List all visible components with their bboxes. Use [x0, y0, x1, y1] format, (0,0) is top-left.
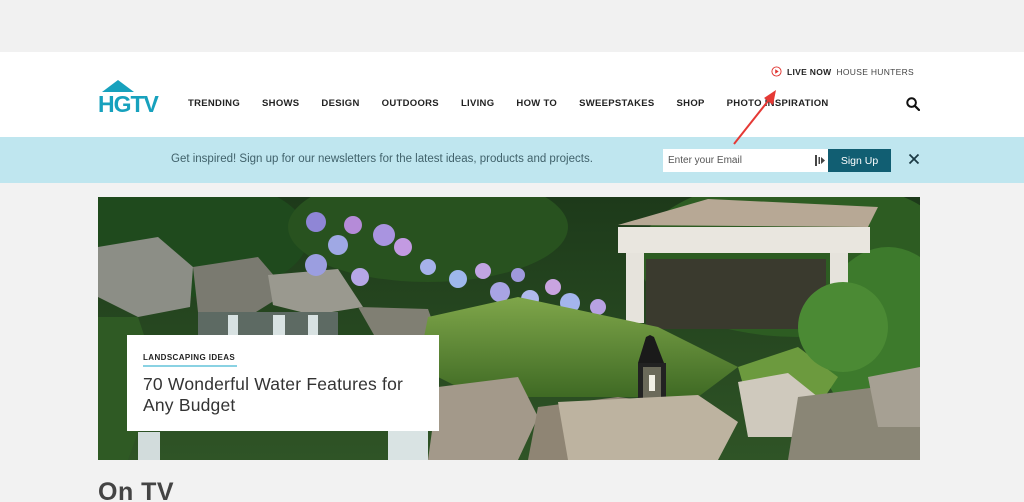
hero-title[interactable]: 70 Wonderful Water Features for Any Budg… — [143, 374, 428, 416]
live-now-link[interactable]: LIVE NOW HOUSE HUNTERS — [771, 66, 914, 77]
category-underline — [143, 365, 237, 367]
nav-item-outdoors[interactable]: OUTDOORS — [382, 98, 439, 109]
nav-item-design[interactable]: DESIGN — [321, 98, 359, 109]
nav-item-trending[interactable]: TRENDING — [188, 98, 240, 109]
main-nav: TRENDING SHOWS DESIGN OUTDOORS LIVING HO… — [188, 98, 851, 109]
nav-item-living[interactable]: LIVING — [461, 98, 494, 109]
hero-category[interactable]: LANDSCAPING IDEAS — [143, 353, 235, 362]
section-heading-on-tv: On TV — [98, 478, 175, 502]
close-icon[interactable] — [908, 153, 920, 165]
nav-item-shows[interactable]: SHOWS — [262, 98, 299, 109]
newsletter-text: Get inspired! Sign up for our newsletter… — [171, 153, 593, 165]
hero-feature[interactable]: LANDSCAPING IDEAS 70 Wonderful Water Fea… — [98, 197, 920, 460]
sign-up-button[interactable]: Sign Up — [828, 149, 891, 172]
live-now-show: HOUSE HUNTERS — [836, 66, 915, 77]
live-now-label: LIVE NOW — [787, 66, 832, 77]
newsletter-banner: Get inspired! Sign up for our newsletter… — [0, 137, 1024, 183]
play-circle-icon — [771, 66, 782, 77]
svg-text:HGTV: HGTV — [98, 91, 160, 114]
autofill-icon[interactable] — [815, 155, 825, 166]
nav-item-sweepstakes[interactable]: SWEEPSTAKES — [579, 98, 654, 109]
nav-item-shop[interactable]: SHOP — [677, 98, 705, 109]
email-field[interactable] — [663, 149, 828, 172]
nav-item-photo-inspiration[interactable]: PHOTO INSPIRATION — [727, 98, 829, 109]
site-header: HGTV LIVE NOW HOUSE HUNTERS TRENDING SHO… — [0, 52, 1024, 137]
search-icon[interactable] — [906, 97, 920, 111]
nav-item-how-to[interactable]: HOW TO — [516, 98, 557, 109]
hgtv-logo[interactable]: HGTV — [98, 78, 170, 114]
top-ad-strip — [0, 0, 1024, 52]
hero-card[interactable]: LANDSCAPING IDEAS 70 Wonderful Water Fea… — [127, 335, 439, 431]
